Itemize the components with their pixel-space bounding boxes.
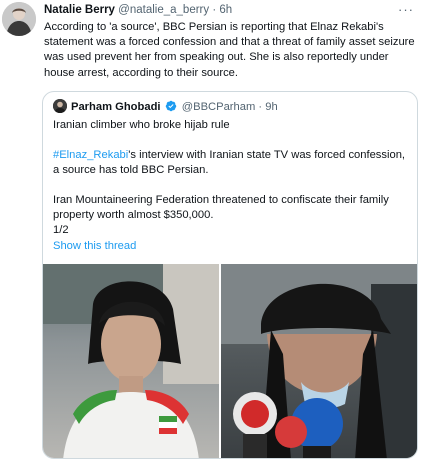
more-dots-icon[interactable]: ··· bbox=[398, 2, 414, 17]
quoted-line-3: Iran Mountaineering Federation threatene… bbox=[53, 194, 389, 221]
author-name[interactable]: Natalie Berry bbox=[44, 4, 115, 16]
tweet-text: According to 'a source', BBC Persian is … bbox=[44, 21, 415, 79]
quoted-tweet-text: Iranian climber who broke hijab rule #El… bbox=[53, 118, 411, 238]
tweet-header: Natalie Berry @natalie_a_berry · 6h bbox=[44, 4, 232, 16]
quoted-author-handle: @BBCParham bbox=[181, 101, 256, 113]
quoted-separator-dot: · bbox=[258, 101, 263, 113]
quoted-tweet-header: Parham Ghobadi @BBCParham · 9h bbox=[71, 100, 278, 115]
hashtag-link[interactable]: #Elnaz_Rekabi bbox=[53, 149, 128, 161]
separator-dot: · bbox=[212, 4, 217, 16]
quoted-line-4: 1/2 bbox=[53, 224, 69, 236]
photo-climber-cap-interview[interactable] bbox=[221, 264, 417, 458]
quoted-line-1: Iranian climber who broke hijab rule bbox=[53, 119, 230, 131]
tweet[interactable]: Natalie Berry @natalie_a_berry · 6h ··· … bbox=[0, 0, 422, 459]
tweet-time[interactable]: 6h bbox=[219, 4, 232, 16]
author-handle[interactable]: @natalie_a_berry bbox=[118, 4, 209, 16]
show-thread-link[interactable]: Show this thread bbox=[53, 240, 136, 252]
verified-badge-icon bbox=[165, 100, 177, 115]
quoted-author-name: Parham Ghobadi bbox=[71, 101, 161, 113]
quoted-line-2: #Elnaz_Rekabi's interview with Iranian s… bbox=[53, 148, 411, 178]
photo-climber-headscarf[interactable] bbox=[43, 264, 219, 458]
media-grid bbox=[43, 264, 417, 458]
quoted-author-avatar bbox=[53, 99, 67, 113]
author-avatar[interactable] bbox=[2, 2, 36, 36]
quoted-tweet-time: 9h bbox=[265, 101, 278, 113]
quoted-tweet[interactable]: Parham Ghobadi @BBCParham · 9h Iranian c… bbox=[42, 91, 418, 459]
